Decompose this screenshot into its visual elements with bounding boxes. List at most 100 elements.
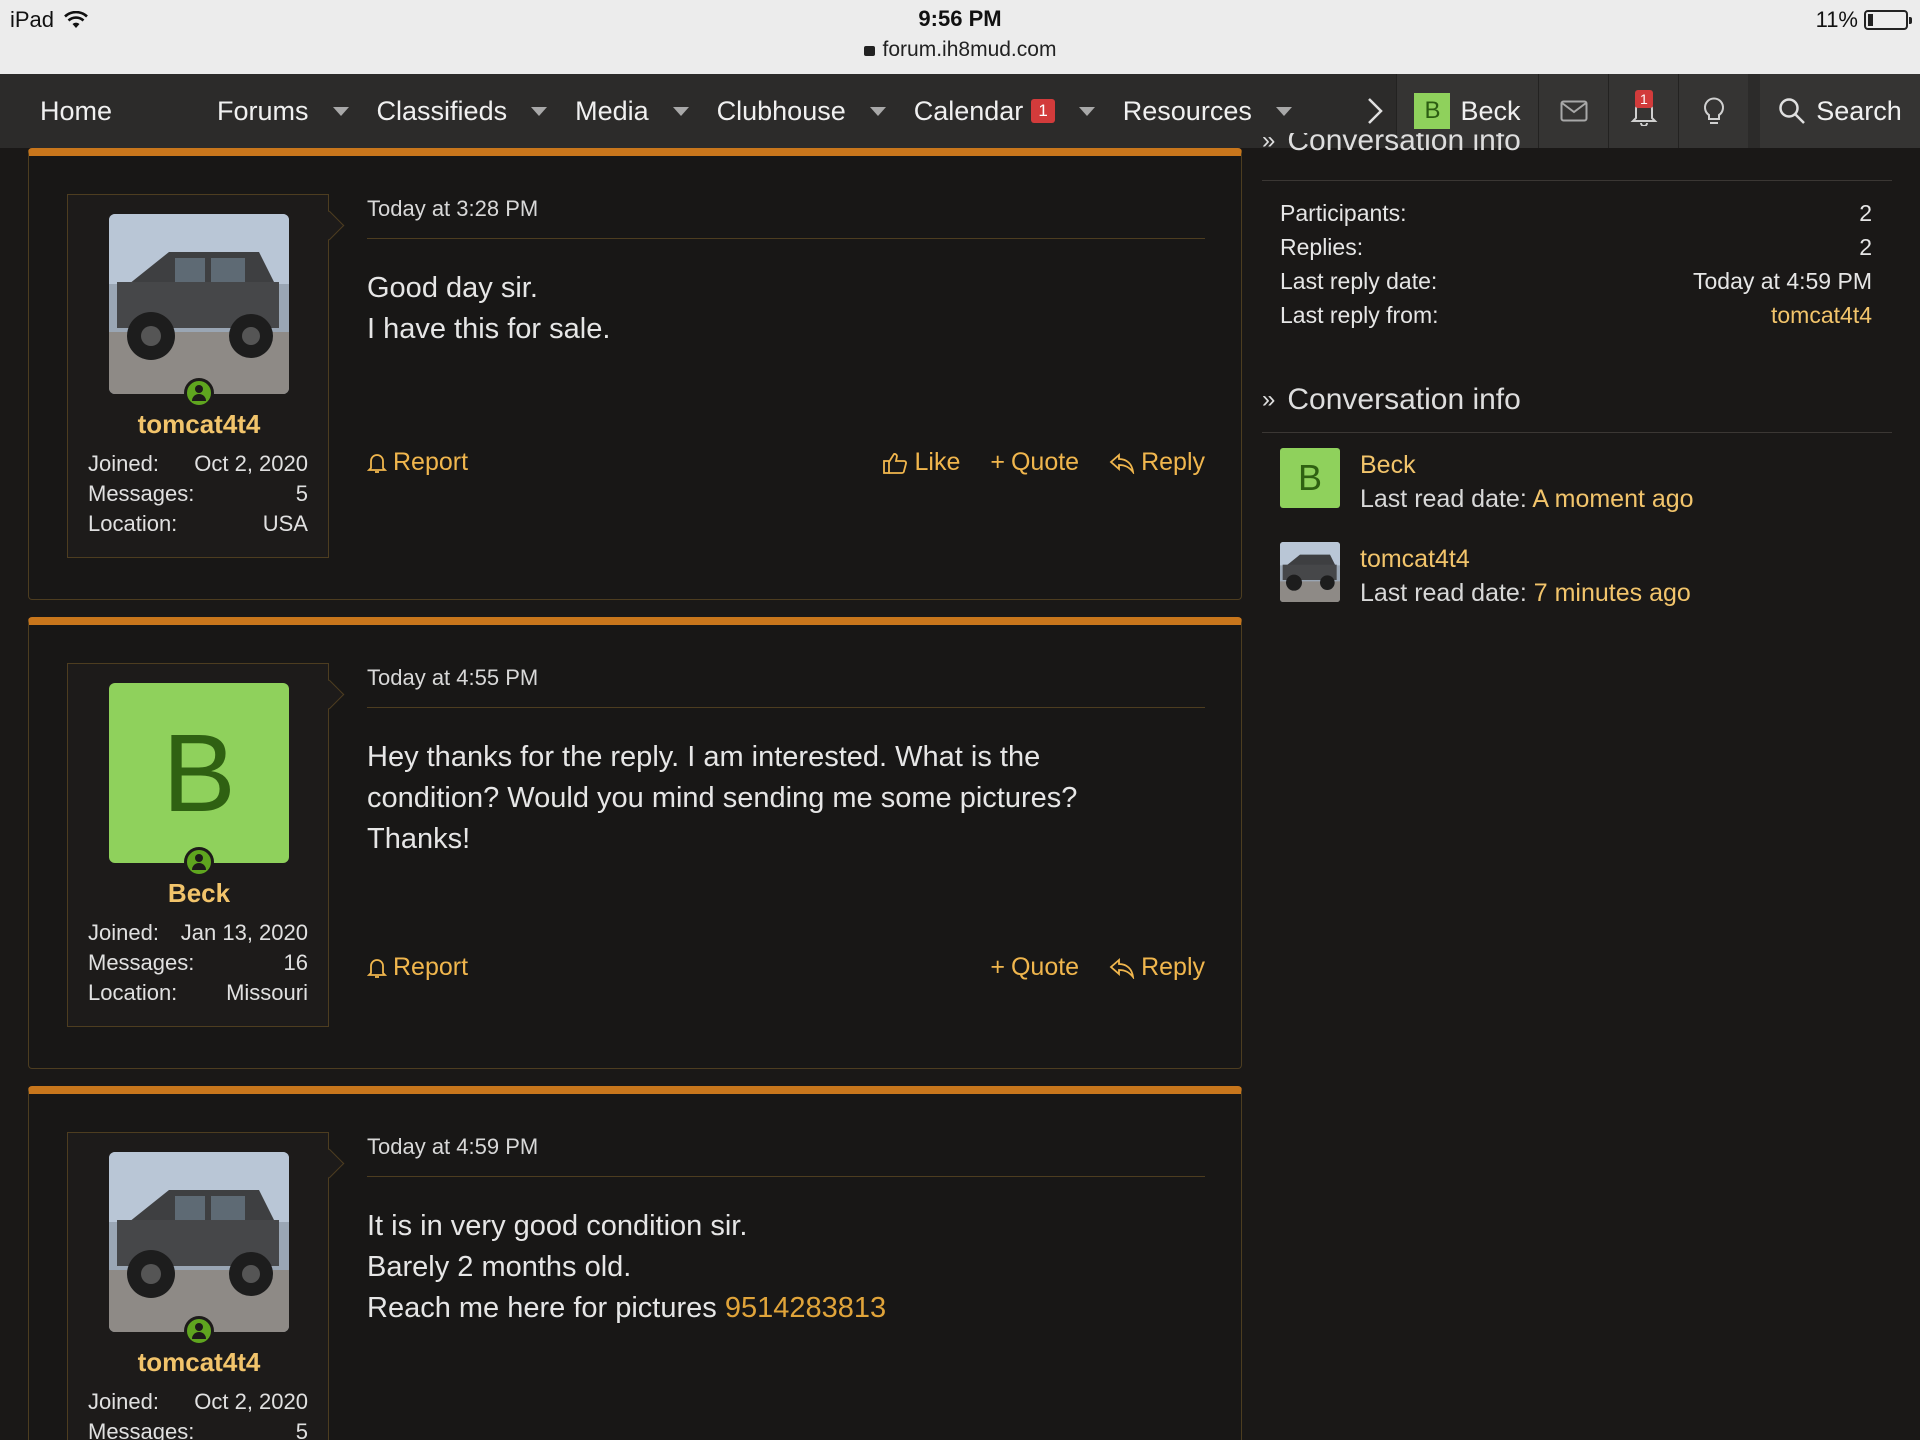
info-label: Participants: (1280, 200, 1407, 226)
stat-value: USA (262, 511, 308, 536)
message-user-block: tomcat4t4 Joined: Oct 2, 2020 Messages: 5 … (67, 194, 329, 558)
nav-whats-new[interactable] (1678, 74, 1748, 148)
nav-inbox[interactable] (1538, 74, 1608, 148)
nav-media-label: Media (575, 95, 649, 126)
stat-label: Location: (88, 980, 178, 1005)
participant-item: B Beck Last read date: A moment ago (1280, 448, 1694, 516)
sidebar-participants-title: » Conversation info (1262, 383, 1521, 417)
avatar[interactable]: B (1280, 448, 1340, 508)
stat-label: Joined: (88, 920, 159, 945)
lightbulb-icon (1703, 97, 1724, 124)
message-date[interactable]: Today at 3:28 PM (367, 196, 538, 222)
chevron-down-icon[interactable] (531, 106, 548, 116)
online-status-icon (184, 378, 214, 408)
message-user-block: tomcat4t4 Joined: Oct 2, 2020 Messages: 5 (67, 1132, 329, 1440)
message-line: Thanks! (367, 823, 471, 855)
message-line: Good day sir. (367, 272, 538, 304)
read-time[interactable]: 7 minutes ago (1534, 579, 1691, 607)
chevron-down-icon[interactable] (332, 106, 349, 116)
reply-button[interactable]: Reply (1109, 953, 1205, 982)
chevron-down-icon[interactable] (869, 106, 886, 116)
nav-media[interactable]: Media (557, 74, 699, 148)
quote-button[interactable]: + Quote (990, 448, 1079, 477)
avatar[interactable] (109, 214, 289, 394)
double-chevron-right-icon[interactable]: » (1262, 386, 1275, 414)
report-button[interactable]: Report (367, 448, 468, 477)
message-date[interactable]: Today at 4:59 PM (367, 1134, 538, 1160)
participant-text: tomcat4t4 Last read date: 7 minutes ago (1360, 542, 1691, 610)
divider (1262, 180, 1892, 181)
reply-icon (1109, 452, 1135, 474)
stat-value: 16 (283, 950, 308, 975)
stat-label: Messages: (88, 481, 195, 506)
message-line: Hey thanks for the reply. I am intereste… (367, 741, 1041, 773)
message-line: Barely 2 months old. (367, 1251, 632, 1283)
username-link[interactable]: tomcat4t4 (68, 1347, 330, 1378)
calendar-badge: 1 (1031, 99, 1055, 123)
url-text: forum.ih8mud.com (882, 38, 1057, 61)
main-nav: Home Forums Classifieds Media Clubhouse … (0, 74, 1920, 148)
double-chevron-right-icon[interactable]: » (1262, 133, 1275, 155)
reply-label: Reply (1141, 448, 1205, 476)
chevron-down-icon[interactable] (1078, 106, 1095, 116)
phone-link[interactable]: 9514283813 (725, 1292, 886, 1324)
nav-alerts[interactable]: 1 (1608, 74, 1678, 148)
report-button[interactable]: Report (367, 953, 468, 982)
quote-label: Quote (1010, 953, 1080, 981)
participant-name-link[interactable]: tomcat4t4 (1360, 542, 1691, 576)
avatar[interactable] (109, 1152, 289, 1332)
quote-label: Quote (1010, 448, 1080, 476)
search-icon (1779, 98, 1806, 124)
message-card: tomcat4t4 Joined: Oct 2, 2020 Messages: 5 … (28, 148, 1242, 600)
nav-clubhouse[interactable]: Clubhouse (699, 74, 896, 148)
info-last-reply-from: Last reply from: tomcat4t4 (1280, 302, 1872, 329)
message-card: tomcat4t4 Joined: Oct 2, 2020 Messages: 5 … (28, 1086, 1242, 1440)
nav-classifieds[interactable]: Classifieds (359, 74, 558, 148)
avatar[interactable]: B (109, 683, 289, 863)
quote-button[interactable]: + Quote (990, 953, 1079, 982)
sidebar-info-title: » Conversation info (1262, 133, 1521, 169)
nav-home[interactable]: Home (0, 74, 112, 148)
info-value: 2 (1859, 200, 1872, 226)
reply-button[interactable]: Reply (1109, 448, 1205, 477)
stat-label: Location: (88, 511, 178, 536)
info-label: Last reply from: (1280, 302, 1439, 328)
nav-clubhouse-label: Clubhouse (716, 95, 846, 126)
info-value: 2 (1859, 234, 1872, 260)
chevron-down-icon[interactable] (672, 106, 689, 116)
info-replies: Replies: 2 (1280, 234, 1872, 261)
message-text: Reach me here for pictures (367, 1292, 725, 1324)
message-date[interactable]: Today at 4:55 PM (367, 665, 538, 691)
avatar[interactable] (1280, 542, 1340, 602)
info-label: Replies: (1280, 234, 1364, 260)
nav-avatar: B (1414, 93, 1451, 129)
info-label: Last reply date: (1280, 268, 1438, 294)
like-label: Like (914, 448, 961, 476)
divider (367, 1176, 1205, 1177)
last-reply-user-link[interactable]: tomcat4t4 (1771, 302, 1872, 329)
read-time[interactable]: A moment ago (1532, 485, 1693, 513)
nav-calendar[interactable]: Calendar 1 (896, 74, 1105, 148)
thumbs-up-icon (883, 452, 908, 474)
chevron-down-icon[interactable] (1275, 106, 1292, 116)
message-actions: Report Like + Quote Reply (367, 448, 1205, 477)
stat-value: 5 (295, 1419, 308, 1440)
stat-label: Messages: (88, 1419, 195, 1440)
nav-forums[interactable]: Forums (112, 74, 359, 148)
nav-search[interactable]: Search (1760, 74, 1920, 148)
participant-name-link[interactable]: Beck (1360, 448, 1694, 482)
stat-value: Oct 2, 2020 (194, 1389, 308, 1414)
alerts-badge: 1 (1635, 90, 1653, 108)
message-actions: Report + Quote Reply (367, 953, 1205, 982)
username-link[interactable]: Beck (68, 878, 330, 909)
info-participants: Participants: 2 (1280, 200, 1872, 227)
reply-icon (1109, 957, 1135, 979)
plus-icon: + (990, 448, 1005, 476)
truck-photo (109, 1152, 289, 1332)
online-status-icon (184, 847, 214, 877)
address-bar[interactable]: forum.ih8mud.com (0, 38, 1920, 62)
info-last-reply-date: Last reply date: Today at 4:59 PM (1280, 268, 1872, 295)
divider (367, 238, 1205, 239)
like-button[interactable]: Like (882, 448, 960, 477)
username-link[interactable]: tomcat4t4 (68, 409, 330, 440)
